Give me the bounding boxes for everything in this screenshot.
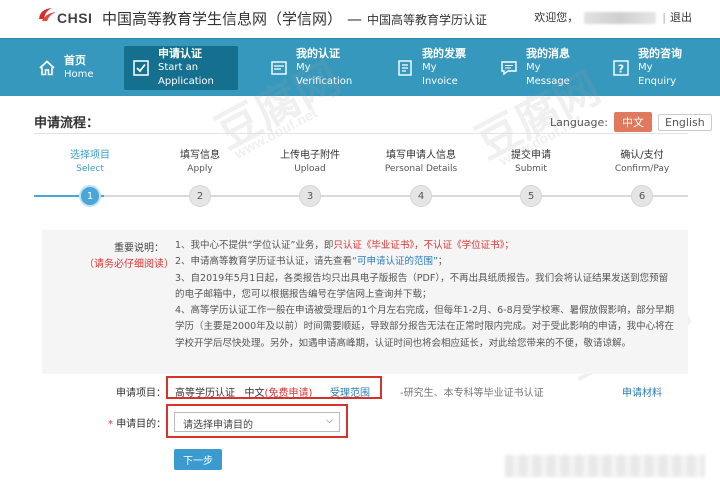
next-step-button[interactable]: 下一步	[174, 449, 222, 470]
nav-item-start-application[interactable]: 申请认证 Start an Application	[124, 46, 238, 90]
purpose-label: * 申请目的：	[108, 419, 167, 430]
nav-item-my-enquiry[interactable]: ? 我的咨询 My Enquiry	[612, 46, 692, 90]
step-select: 选择项目 Select	[70, 150, 110, 174]
step-number-4: 4	[410, 185, 432, 207]
item-description: -研究生、本专科等毕业证书认证	[400, 388, 544, 399]
checkbox-icon	[132, 59, 150, 77]
progress-steps: 选择项目 Select 填写信息 Apply 上传电子附件 Upload 填写申请人信…	[34, 140, 688, 220]
scope-link[interactable]: “可申请认证的范围”	[352, 256, 438, 267]
notice-item-1: 1、我中心不提供“学位认证”业务，即只认证《毕业证书》，不认证《学位证书》；	[175, 240, 514, 251]
welcome-text: 欢迎您，	[534, 11, 579, 24]
logout-link[interactable]: 退出	[670, 11, 692, 24]
notice-item-4: 4、高等学历认证工作一般在申请被受理后的1个月左右完成，但每年1-2月、6-8月…	[175, 305, 675, 349]
step-number-1: 1	[79, 185, 101, 207]
step-number-5: 5	[520, 185, 542, 207]
purpose-select[interactable]: 请选择申请目的 ⌵	[174, 412, 340, 432]
progress-track	[34, 195, 688, 197]
language-label: Language:	[550, 115, 608, 129]
nav-item-my-message[interactable]: 我的消息 My Message	[500, 46, 580, 90]
nav-item-my-verification[interactable]: 我的认证 My Verification	[270, 46, 360, 90]
message-icon	[500, 59, 518, 77]
notice-warning: （请务必仔细阅读）	[84, 259, 174, 270]
materials-link[interactable]: 申请材料	[622, 384, 662, 399]
divider	[34, 133, 688, 134]
site-title: 中国高等教育学生信息网（学信网） — 中国高等教育学历认证	[102, 10, 488, 28]
notice-body: 1、我中心不提供“学位认证”业务，即只认证《毕业证书》，不认证《学位证书》； 2…	[175, 238, 675, 352]
step-submit: 提交申请 Submit	[511, 150, 551, 174]
redacted-area	[505, 455, 705, 477]
step-number-2: 2	[189, 185, 211, 207]
username-redacted	[584, 12, 657, 24]
logo-text[interactable]: CHSI	[57, 10, 92, 26]
chevron-down-icon: ⌵	[326, 416, 333, 426]
notice-label: 重要说明：	[114, 243, 164, 254]
language-switcher: Language: 中文 English	[550, 112, 712, 132]
notice-item-2: 2、申请高等教育学历证书认证，请先查看“可申请认证的范围”；	[175, 256, 448, 268]
step-confirm-pay: 确认/支付 Confirm/Pay	[614, 150, 670, 174]
step-number-3: 3	[299, 185, 321, 207]
step-personal-details: 填写申请人信息 Personal Details	[384, 150, 458, 174]
application-item-label: 申请项目：	[116, 388, 166, 399]
application-item[interactable]: 高等学历认证 中文(免费申请)	[175, 384, 312, 399]
certificate-icon	[270, 59, 288, 77]
nav-item-home[interactable]: 首页 Home	[38, 46, 98, 90]
top-header: CHSI 中国高等教育学生信息网（学信网） — 中国高等教育学历认证 欢迎您， | 退出	[0, 0, 720, 38]
notice-item-3: 3、自2019年5月1日起，各类报告均只出具电子版报告（PDF），不再出具纸质报…	[175, 272, 669, 300]
user-bar: 欢迎您， | 退出	[534, 11, 692, 24]
step-upload: 上传电子附件 Upload	[280, 150, 340, 174]
home-icon	[38, 59, 56, 77]
process-title: 申请流程：	[34, 116, 100, 131]
lang-en-button[interactable]: English	[658, 113, 712, 131]
nav-item-my-invoice[interactable]: 我的发票 My Invoice	[396, 46, 468, 90]
step-number-6: 6	[631, 185, 653, 207]
invoice-icon	[396, 59, 414, 77]
question-icon: ?	[612, 59, 630, 77]
scope-link[interactable]: 受理范围	[330, 384, 370, 399]
main-nav: 首页 Home 申请认证 Start an Application 我的认证 My V…	[0, 38, 720, 96]
svg-text:?: ?	[618, 63, 624, 76]
lang-zh-button[interactable]: 中文	[614, 112, 652, 132]
step-apply: 填写信息 Apply	[180, 150, 220, 174]
important-notice: 重要说明： （请务必仔细阅读） 1、我中心不提供“学位认证”业务，即只认证《毕业…	[42, 230, 688, 374]
